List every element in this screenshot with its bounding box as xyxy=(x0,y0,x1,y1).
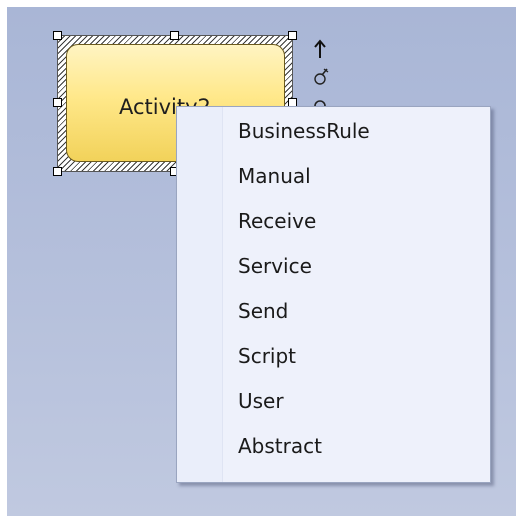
wrench-icon[interactable] xyxy=(313,66,329,86)
arrow-up-icon[interactable] xyxy=(313,38,327,60)
menu-item-label: Receive xyxy=(238,209,317,233)
menu-item-label: Manual xyxy=(238,164,311,188)
resize-handle-top[interactable] xyxy=(170,31,179,40)
menu-item-receive[interactable]: Receive xyxy=(177,199,490,244)
menu-item-service[interactable]: Service xyxy=(177,244,490,289)
context-menu: BusinessRule Manual Receive Service Send… xyxy=(176,106,491,483)
menu-item-script[interactable]: Script xyxy=(177,334,490,379)
menu-item-label: Abstract xyxy=(238,434,322,458)
resize-handle-left[interactable] xyxy=(53,98,62,107)
menu-item-label: Script xyxy=(238,344,297,368)
menu-item-abstract[interactable]: Abstract xyxy=(177,424,490,469)
menu-item-manual[interactable]: Manual xyxy=(177,154,490,199)
gear-icon[interactable] xyxy=(313,94,327,106)
menu-item-businessrule[interactable]: BusinessRule xyxy=(177,109,490,154)
menu-item-user[interactable]: User xyxy=(177,379,490,424)
resize-handle-top-left[interactable] xyxy=(53,31,62,40)
resize-handle-bottom-left[interactable] xyxy=(53,167,62,176)
menu-item-label: BusinessRule xyxy=(238,119,370,143)
menu-item-label: User xyxy=(238,389,284,413)
menu-item-label: Send xyxy=(238,299,289,323)
resize-handle-top-right[interactable] xyxy=(288,31,297,40)
menu-item-label: Service xyxy=(238,254,312,278)
menu-item-send[interactable]: Send xyxy=(177,289,490,334)
